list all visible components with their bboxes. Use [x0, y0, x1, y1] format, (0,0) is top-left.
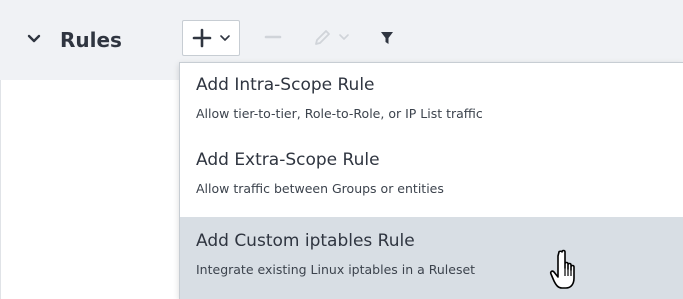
menu-item-label: Add Intra-Scope Rule	[196, 75, 375, 95]
remove-rule-button[interactable]	[252, 20, 294, 56]
pencil-icon	[315, 30, 330, 45]
panel-divider	[0, 80, 1, 299]
edit-rule-button[interactable]	[302, 20, 360, 56]
menu-item-add-custom-iptables-rule[interactable]: Add Custom iptables Rule Integrate exist…	[180, 217, 683, 299]
menu-item-description: Allow tier-to-tier, Role-to-Role, or IP …	[196, 106, 483, 121]
rules-panel: Rules Add Intra-Scope Rule Allow tier-to…	[0, 0, 683, 299]
chevron-down-icon	[339, 34, 349, 40]
menu-item-add-intra-scope-rule[interactable]: Add Intra-Scope Rule Allow tier-to-tier,…	[180, 63, 683, 135]
menu-item-label: Add Custom iptables Rule	[196, 231, 415, 251]
menu-item-description: Integrate existing Linux iptables in a R…	[196, 262, 476, 277]
section-title: Rules	[60, 28, 122, 52]
hand-pointer-icon	[549, 249, 575, 289]
chevron-down-icon[interactable]	[26, 32, 42, 46]
chevron-down-icon	[220, 35, 230, 41]
add-rule-menu: Add Intra-Scope Rule Allow tier-to-tier,…	[179, 62, 683, 299]
menu-item-add-extra-scope-rule[interactable]: Add Extra-Scope Rule Allow traffic betwe…	[180, 138, 683, 210]
filter-button[interactable]	[368, 20, 408, 56]
plus-icon	[192, 28, 212, 48]
menu-item-description: Allow traffic between Groups or entities	[196, 181, 444, 196]
minus-icon	[264, 35, 282, 39]
funnel-icon	[381, 32, 393, 44]
menu-item-label: Add Extra-Scope Rule	[196, 150, 380, 170]
add-rule-button[interactable]	[182, 20, 240, 56]
